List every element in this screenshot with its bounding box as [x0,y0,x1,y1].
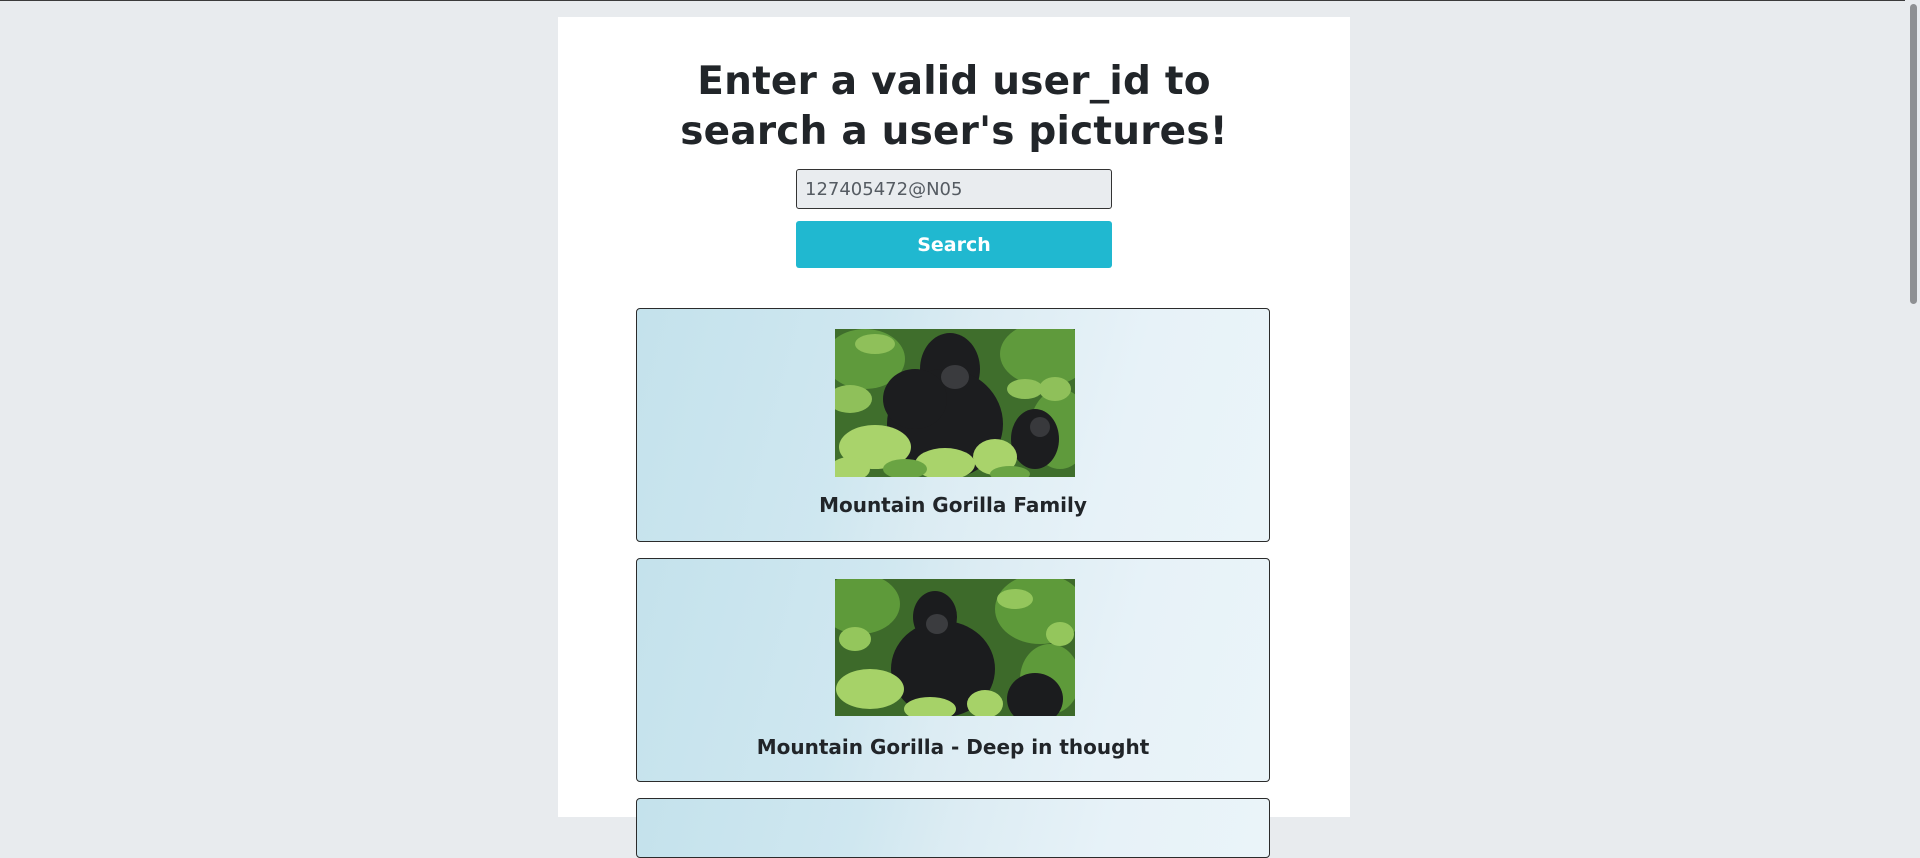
main-panel: Enter a valid user_id to search a user's… [558,17,1350,858]
gorilla-thinking-photo[interactable] [835,579,1075,716]
page-scrollbar[interactable] [1905,0,1920,813]
window-top-border [0,0,1920,1]
page-title-line-1: Enter a valid user_id to [697,59,1211,104]
photo-card[interactable] [636,798,1270,858]
gorilla-thinking-image [835,579,1075,716]
photo-title: Mountain Gorilla Family [819,493,1087,517]
gorilla-family-photo[interactable] [835,329,1075,477]
photo-card[interactable]: Mountain Gorilla Family [636,308,1270,542]
search-button[interactable]: Search [796,221,1112,268]
scrollbar-thumb[interactable] [1910,4,1917,304]
user-id-input[interactable] [796,169,1112,209]
gorilla-family-image [835,329,1075,477]
photo-title: Mountain Gorilla - Deep in thought [756,735,1150,759]
page-title-line-2: search a user's pictures! [680,109,1228,154]
photo-card[interactable]: Mountain Gorilla - Deep in thought [636,558,1270,782]
page-title: Enter a valid user_id to search a user's… [558,57,1350,157]
